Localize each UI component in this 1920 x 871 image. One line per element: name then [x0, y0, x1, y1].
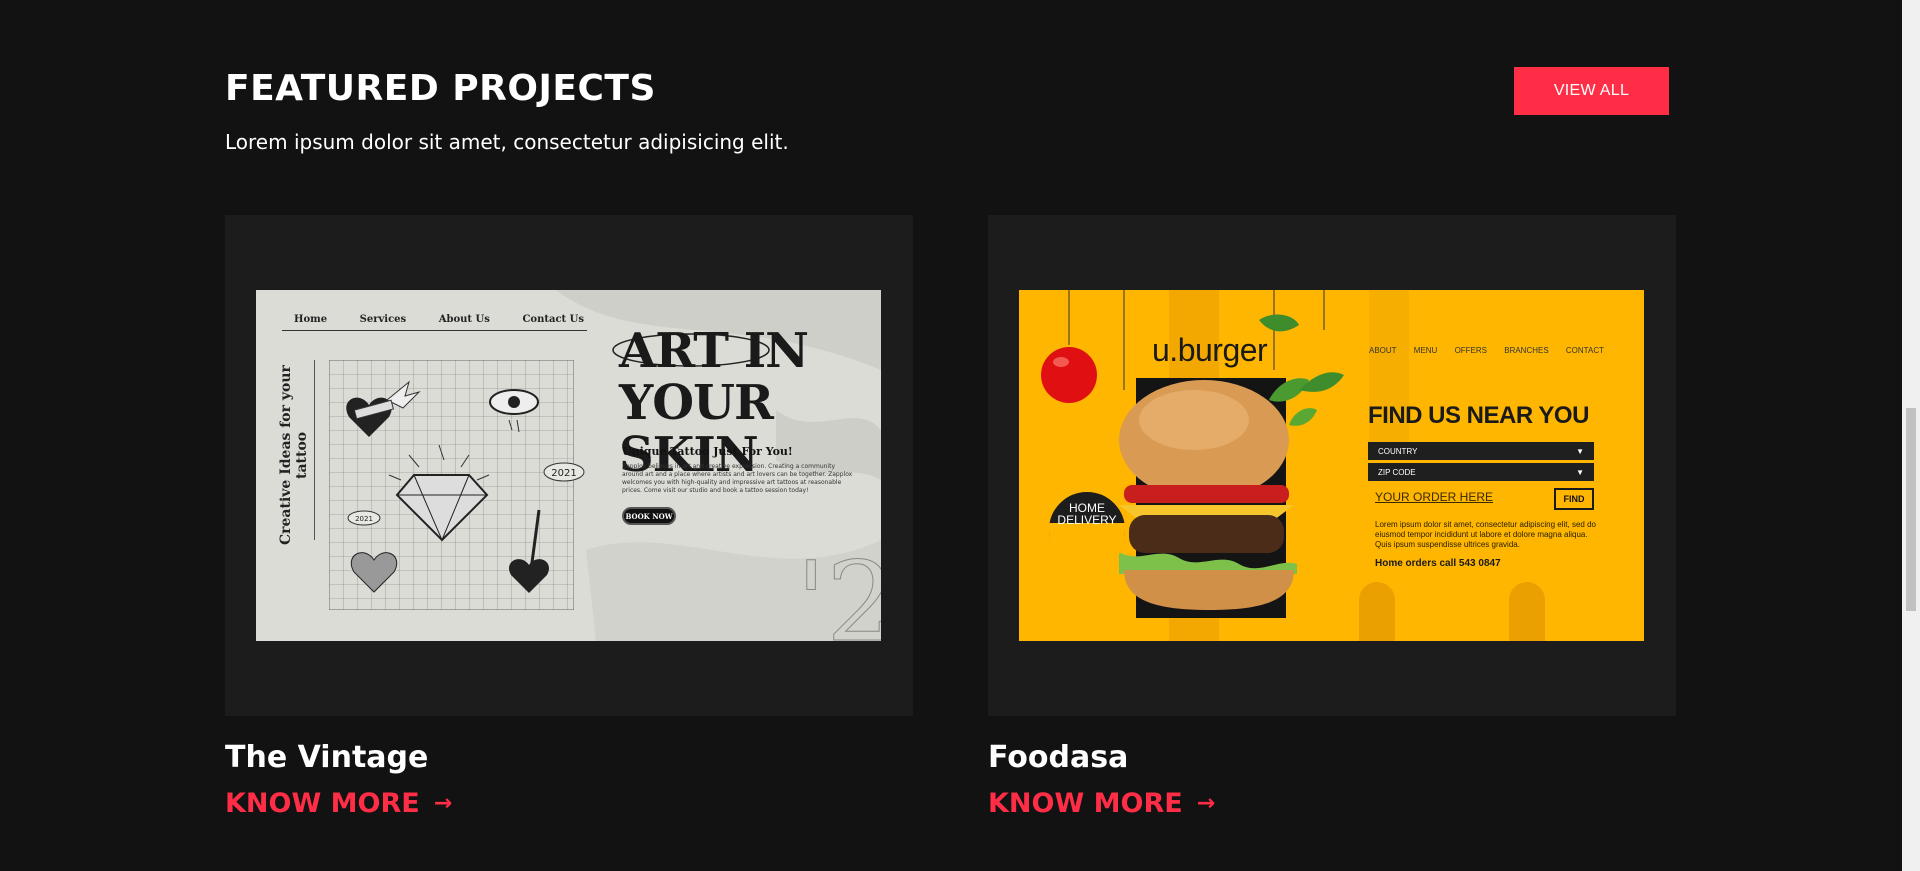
burger-mockup: u.burger ABOUT MENU OFFERS BRANCHES CONT…	[1019, 290, 1644, 641]
vintage-body-text: Zapplox believes in art and creative exp…	[622, 463, 853, 494]
vintage-nav-item: Home	[294, 314, 328, 325]
know-more-link[interactable]: KNOW MORE →	[225, 788, 452, 819]
project-thumbnail-the-vintage[interactable]: '21 Home Services About Us Contact Us Cr…	[256, 290, 881, 641]
section-subtitle: Lorem ipsum dolor sit amet, consectetur …	[225, 130, 789, 154]
home-delivery-badge: HOME DELIVERY for purchases over $20	[1047, 490, 1127, 570]
vintage-mockup: '21 Home Services About Us Contact Us Cr…	[256, 290, 881, 641]
leaf-icon	[1259, 314, 1299, 332]
zip-select-label: ZIP CODE	[1378, 467, 1416, 477]
burger-icon	[1119, 380, 1297, 610]
badge-subtitle: for purchases over $20	[1053, 530, 1121, 548]
vintage-book-now-button: BOOK NOW	[622, 507, 676, 525]
burger-phone: Home orders call 543 0847	[1375, 558, 1501, 569]
know-more-label: KNOW MORE	[225, 788, 420, 819]
vintage-headline-line-1: ART IN	[619, 323, 809, 379]
vintage-nav-divider	[282, 330, 587, 331]
scrollbar[interactable]	[1902, 0, 1920, 871]
find-button: FIND	[1554, 488, 1594, 510]
vintage-subheading: Unique Tattoo Just For You!	[622, 445, 793, 458]
project-title: The Vintage	[225, 740, 429, 775]
tomato-icon	[1041, 347, 1097, 403]
vintage-nav-item: About Us	[438, 314, 490, 325]
project-title: Foodasa	[988, 740, 1129, 775]
burger-nav-item: ABOUT	[1369, 346, 1397, 355]
vintage-nav-item: Services	[359, 314, 407, 325]
burger-nav-item: BRANCHES	[1504, 346, 1549, 355]
caret-down-icon: ▼	[1576, 446, 1584, 456]
vintage-side-text: Creative Ideas for your tattoo	[278, 365, 310, 545]
vintage-nav-item: Contact Us	[522, 314, 584, 325]
know-more-link[interactable]: KNOW MORE →	[988, 788, 1215, 819]
vintage-nav: Home Services About Us Contact Us	[294, 314, 584, 325]
burger-logo: u.burger	[1152, 332, 1268, 368]
burger-nav-item: OFFERS	[1454, 346, 1488, 355]
section-title: FEATURED PROJECTS	[225, 68, 656, 109]
order-field: YOUR ORDER HERE	[1375, 490, 1494, 504]
vintage-big-number: '21	[796, 538, 881, 641]
zip-code-select: ZIP CODE ▼	[1368, 463, 1594, 481]
caret-down-icon: ▼	[1576, 467, 1584, 477]
burger-nav-item: MENU	[1413, 346, 1438, 355]
burger-nav-item: CONTACT	[1565, 346, 1604, 355]
year-tag-2021-right: 2021	[543, 462, 585, 482]
arrow-right-icon: →	[1196, 791, 1216, 816]
project-card-the-vintage[interactable]: '21 Home Services About Us Contact Us Cr…	[225, 215, 913, 716]
burger-nav: ABOUT MENU OFFERS BRANCHES CONTACT	[1369, 346, 1604, 355]
country-select-label: COUNTRY	[1378, 446, 1418, 456]
leaf-icon	[1289, 408, 1317, 426]
vintage-tattoo-grid: 2021	[329, 360, 574, 610]
project-thumbnail-foodasa[interactable]: u.burger ABOUT MENU OFFERS BRANCHES CONT…	[1019, 290, 1644, 641]
year-tag-2021-left: 2021	[347, 510, 381, 526]
arrow-right-icon: →	[433, 791, 453, 816]
svg-text:2021: 2021	[551, 468, 576, 479]
scrollbar-thumb[interactable]	[1906, 408, 1916, 611]
badge-title: HOME DELIVERY	[1057, 501, 1117, 527]
burger-body-text: Lorem ipsum dolor sit amet, consectetur …	[1375, 520, 1596, 549]
country-select: COUNTRY ▼	[1368, 442, 1594, 460]
project-card-foodasa[interactable]: u.burger ABOUT MENU OFFERS BRANCHES CONT…	[988, 215, 1676, 716]
burger-headline: FIND US NEAR YOU	[1368, 402, 1589, 429]
featured-projects-section: FEATURED PROJECTS Lorem ipsum dolor sit …	[225, 0, 1676, 871]
svg-text:2021: 2021	[355, 515, 373, 523]
know-more-label: KNOW MORE	[988, 788, 1183, 819]
vintage-side-divider	[314, 360, 315, 540]
view-all-button[interactable]: VIEW ALL	[1514, 67, 1669, 115]
